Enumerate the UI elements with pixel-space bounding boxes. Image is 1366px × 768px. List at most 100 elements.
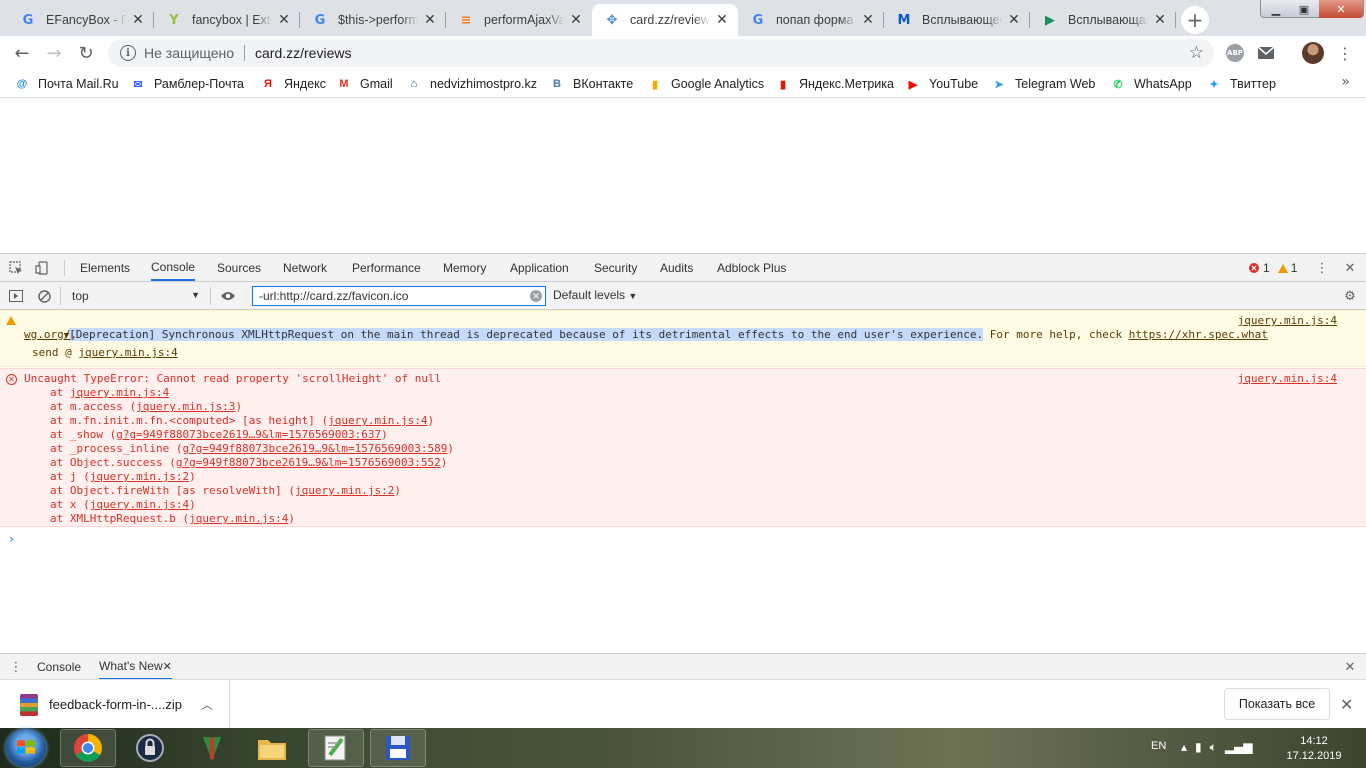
browser-tab[interactable]: Yfancybox | Exte ✕ — [154, 4, 300, 36]
bookmarks-overflow-icon[interactable]: » — [1341, 74, 1350, 90]
inspect-element-icon[interactable] — [8, 260, 24, 276]
console-settings-gear-icon[interactable]: ⚙ — [1342, 288, 1358, 304]
close-shelf-icon[interactable]: ✕ — [1340, 695, 1353, 714]
chevron-up-icon[interactable]: ︿ — [201, 696, 213, 713]
forward-button[interactable]: → — [40, 39, 68, 67]
warning-source-link[interactable]: jquery.min.js:4 — [1238, 314, 1337, 328]
tray-expand-icon[interactable]: ▴ — [1181, 740, 1187, 755]
bookmark-item[interactable]: ➤ Telegram Web — [991, 74, 1095, 94]
address-bar[interactable]: i Не защищено card.zz/reviews ☆ — [108, 39, 1214, 67]
browser-tab[interactable]: G EFancyBox - По ✕ — [8, 4, 154, 36]
drawer-close-icon[interactable]: ✕ — [1342, 659, 1358, 675]
sidebar-toggle-icon[interactable] — [8, 288, 24, 304]
devtools-tab[interactable]: Audits — [660, 254, 693, 281]
taskbar-app-flag[interactable] — [184, 729, 240, 767]
tab-close-icon[interactable]: ✕ — [130, 12, 146, 28]
back-button[interactable]: ← — [8, 39, 36, 67]
bookmark-item[interactable]: ▮ Google Analytics — [647, 74, 764, 94]
warning-help-link-cont[interactable]: wg.org/ — [24, 328, 70, 341]
tab-close-icon[interactable]: ✕ — [860, 12, 876, 28]
devtools-tab[interactable]: Console — [151, 254, 196, 281]
taskbar-notepadpp[interactable] — [308, 729, 364, 767]
download-item[interactable]: feedback-form-in-....zip ︿ — [0, 680, 230, 729]
console-prompt[interactable]: › — [8, 532, 15, 546]
bookmark-star-icon[interactable]: ☆ — [1189, 43, 1204, 63]
log-levels-dropdown[interactable]: Default levels ▼ — [553, 288, 637, 302]
devtools-tab[interactable]: Sources — [217, 254, 261, 281]
minimize-button[interactable]: ▁ — [1263, 0, 1289, 18]
tab-close-icon[interactable]: ✕ — [1006, 12, 1022, 28]
reload-button[interactable]: ↻ — [72, 39, 100, 67]
drawer-tab[interactable]: Console — [37, 654, 81, 680]
url-text[interactable]: card.zz/reviews — [255, 45, 351, 61]
taskbar-explorer[interactable] — [244, 729, 300, 767]
stack-frame-link[interactable]: g?g=949f88073bce2619…9&lm=1576569003:637 — [116, 428, 381, 441]
taskbar-floppy-app[interactable] — [370, 729, 426, 767]
bookmark-item[interactable]: M Gmail — [336, 74, 392, 94]
show-all-downloads-button[interactable]: Показать все — [1224, 688, 1330, 720]
browser-tab[interactable]: M Всплывающее ✕ — [884, 4, 1030, 36]
stack-frame-link[interactable]: g?g=949f88073bce2619…9&lm=1576569003:552 — [176, 456, 441, 469]
drawer-tab[interactable]: What's New ✕ — [99, 654, 172, 680]
adblock-plus-icon[interactable]: ABP — [1226, 44, 1244, 62]
network-signal-icon[interactable]: ▂▄▆ — [1225, 740, 1253, 755]
stack-frame-link[interactable]: g?g=949f88073bce2619…9&lm=1576569003:589 — [182, 442, 447, 455]
input-language[interactable]: EN — [1151, 740, 1166, 752]
volume-icon[interactable]: 🔈︎ — [1210, 740, 1217, 755]
tab-close-icon[interactable]: ✕ — [422, 12, 438, 28]
devtools-tab[interactable]: Memory — [443, 254, 486, 281]
devtools-tab[interactable]: Adblock Plus — [717, 254, 786, 281]
devtools-tab[interactable]: Application — [510, 254, 569, 281]
tab-close-icon[interactable]: ✕ — [714, 12, 730, 28]
browser-tab[interactable]: ▶ Всплывающая ✕ — [1030, 4, 1176, 36]
send-source-link[interactable]: jquery.min.js:4 — [78, 346, 177, 359]
bookmark-item[interactable]: ✦ Твиттер — [1206, 74, 1276, 94]
start-button[interactable] — [6, 729, 46, 767]
taskbar-vpn[interactable] — [122, 729, 178, 767]
tab-close-icon[interactable]: ✕ — [568, 12, 584, 28]
devtools-close-icon[interactable]: ✕ — [1342, 260, 1358, 276]
stack-frame-link[interactable]: jquery.min.js:2 — [90, 470, 189, 483]
browser-tab[interactable]: G $this->perform ✕ — [300, 4, 446, 36]
drawer-tab-close-icon[interactable]: ✕ — [163, 660, 172, 673]
bookmark-item[interactable]: ✉ Рамблер-Почта — [130, 74, 244, 94]
devtools-tab[interactable]: Elements — [80, 254, 130, 281]
warning-help-link[interactable]: https://xhr.spec.what — [1129, 328, 1268, 341]
drawer-menu-icon[interactable]: ⋮ — [8, 659, 24, 675]
devtools-menu-icon[interactable]: ⋮ — [1314, 260, 1330, 276]
clear-filter-icon[interactable]: ✕ — [530, 290, 542, 302]
issue-counter[interactable]: ✕ 1 1 — [1249, 261, 1297, 275]
bookmark-item[interactable]: ▮ Яндекс.Метрика — [775, 74, 894, 94]
new-tab-button[interactable]: + — [1181, 6, 1209, 34]
bookmark-item[interactable]: Я Яндекс — [260, 74, 326, 94]
browser-tab[interactable]: Gпопап форма ✕ — [738, 4, 884, 36]
clear-console-icon[interactable] — [36, 288, 52, 304]
maximize-button[interactable]: ▣ — [1291, 0, 1317, 18]
taskbar-chrome[interactable] — [60, 729, 116, 767]
device-toolbar-icon[interactable] — [34, 260, 50, 276]
browser-tab[interactable]: ≡ performAjaxVal ✕ — [446, 4, 592, 36]
stack-frame-link[interactable]: jquery.min.js:4 — [90, 498, 189, 511]
bookmark-item[interactable]: ▶ YouTube — [905, 74, 978, 94]
devtools-tab[interactable]: Performance — [352, 254, 421, 281]
profile-avatar[interactable] — [1302, 42, 1324, 64]
bookmark-item[interactable]: B ВКонтакте — [549, 74, 633, 94]
tab-close-icon[interactable]: ✕ — [276, 12, 292, 28]
stack-frame-link[interactable]: jquery.min.js:4 — [70, 386, 169, 399]
tab-close-icon[interactable]: ✕ — [1152, 12, 1168, 28]
error-source-link[interactable]: jquery.min.js:4 — [1238, 372, 1337, 386]
devtools-tab[interactable]: Network — [283, 254, 327, 281]
clock[interactable]: 14:12 17.12.2019 — [1276, 734, 1352, 764]
stack-frame-link[interactable]: jquery.min.js:2 — [295, 484, 394, 497]
mail-extension-icon[interactable] — [1257, 44, 1275, 62]
info-icon[interactable]: i — [120, 45, 136, 61]
window-close-button[interactable]: ✕ — [1319, 0, 1363, 18]
stack-frame-link[interactable]: jquery.min.js:3 — [136, 400, 235, 413]
devtools-tab[interactable]: Security — [594, 254, 637, 281]
browser-tab[interactable]: ✥ card.zz/reviews ✕ — [592, 4, 738, 36]
live-expression-eye-icon[interactable] — [220, 288, 236, 304]
bookmark-item[interactable]: ⌂ nedvizhimostpro.kz — [406, 74, 537, 94]
bookmark-item[interactable]: @ Почта Mail.Ru — [14, 74, 119, 94]
battery-icon[interactable]: ▮ — [1195, 740, 1202, 755]
bookmark-item[interactable]: ✆ WhatsApp — [1110, 74, 1191, 94]
